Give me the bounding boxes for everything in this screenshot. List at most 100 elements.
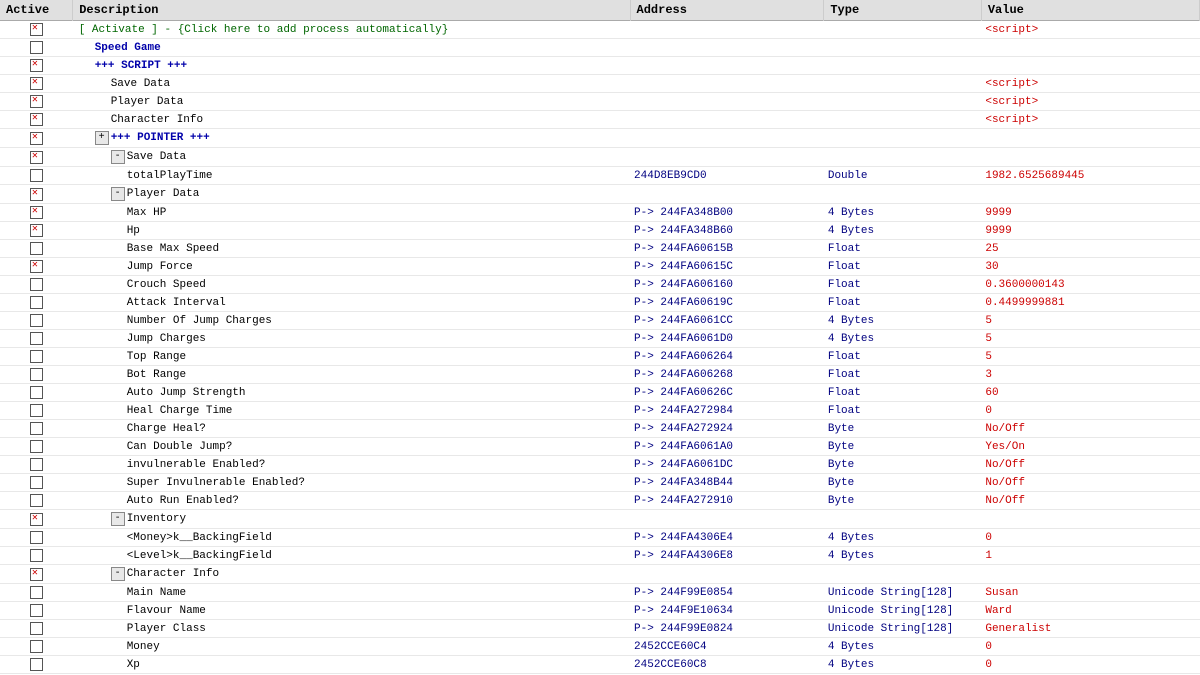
checkbox[interactable] xyxy=(30,41,43,54)
table-row[interactable]: Crouch SpeedP-> 244FA606160Float0.360000… xyxy=(0,276,1200,294)
value-cell[interactable]: <script> xyxy=(981,93,1199,111)
table-row[interactable]: -Character Info xyxy=(0,565,1200,584)
checkbox[interactable] xyxy=(30,386,43,399)
value-cell[interactable]: 0 xyxy=(981,402,1199,420)
checkbox[interactable] xyxy=(30,113,43,126)
table-row[interactable]: [ Activate ] - {Click here to add proces… xyxy=(0,21,1200,39)
value-cell[interactable]: 5 xyxy=(981,312,1199,330)
checkbox[interactable] xyxy=(30,224,43,237)
value-cell[interactable]: 9999 xyxy=(981,204,1199,222)
value-cell[interactable]: <script> xyxy=(981,21,1199,39)
value-cell[interactable]: 1982.6525689445 xyxy=(981,167,1199,185)
table-row[interactable]: Can Double Jump?P-> 244FA6061A0ByteYes/O… xyxy=(0,438,1200,456)
checkbox[interactable] xyxy=(30,314,43,327)
value-cell[interactable]: 0 xyxy=(981,656,1199,674)
checkbox[interactable] xyxy=(30,513,43,526)
table-row[interactable]: Speed Game xyxy=(0,39,1200,57)
checkbox[interactable] xyxy=(30,658,43,671)
table-row[interactable]: Flavour NameP-> 244F9E10634Unicode Strin… xyxy=(0,602,1200,620)
table-row[interactable]: HpP-> 244FA348B604 Bytes9999 xyxy=(0,222,1200,240)
value-cell[interactable]: Generalist xyxy=(981,620,1199,638)
value-cell[interactable]: 60 xyxy=(981,384,1199,402)
value-cell[interactable]: No/Off xyxy=(981,474,1199,492)
table-row[interactable]: Character Info<script> xyxy=(0,111,1200,129)
value-cell[interactable]: 0.3600000143 xyxy=(981,276,1199,294)
checkbox[interactable] xyxy=(30,531,43,544)
table-row[interactable]: -Player Data xyxy=(0,185,1200,204)
table-row[interactable]: <Money>k__BackingFieldP-> 244FA4306E44 B… xyxy=(0,529,1200,547)
table-row[interactable]: ++++ POINTER +++ xyxy=(0,129,1200,148)
table-row[interactable]: Top RangeP-> 244FA606264Float5 xyxy=(0,348,1200,366)
table-row[interactable]: Auto Jump StrengthP-> 244FA60626CFloat60 xyxy=(0,384,1200,402)
checkbox[interactable] xyxy=(30,23,43,36)
value-cell[interactable]: 0 xyxy=(981,638,1199,656)
checkbox[interactable] xyxy=(30,404,43,417)
checkbox[interactable] xyxy=(30,440,43,453)
value-cell[interactable]: 0 xyxy=(981,529,1199,547)
table-row[interactable]: Charge Heal?P-> 244FA272924ByteNo/Off xyxy=(0,420,1200,438)
main-table-container[interactable]: Active Description Address Type Value [ … xyxy=(0,0,1200,675)
table-row[interactable]: Xp2452CCE60C84 Bytes0 xyxy=(0,656,1200,674)
checkbox[interactable] xyxy=(30,206,43,219)
value-cell[interactable]: <script> xyxy=(981,111,1199,129)
table-row[interactable]: -Save Data xyxy=(0,148,1200,167)
checkbox[interactable] xyxy=(30,278,43,291)
checkbox[interactable] xyxy=(30,95,43,108)
value-cell[interactable] xyxy=(981,39,1199,57)
checkbox[interactable] xyxy=(30,476,43,489)
table-row[interactable]: Base Max SpeedP-> 244FA60615BFloat25 xyxy=(0,240,1200,258)
value-cell[interactable]: No/Off xyxy=(981,456,1199,474)
checkbox[interactable] xyxy=(30,77,43,90)
table-row[interactable]: invulnerable Enabled?P-> 244FA6061DCByte… xyxy=(0,456,1200,474)
table-row[interactable]: totalPlayTime244D8EB9CD0Double1982.65256… xyxy=(0,167,1200,185)
value-cell[interactable]: 5 xyxy=(981,330,1199,348)
checkbox[interactable] xyxy=(30,586,43,599)
value-cell[interactable]: 9999 xyxy=(981,222,1199,240)
checkbox[interactable] xyxy=(30,622,43,635)
table-row[interactable]: Main NameP-> 244F99E0854Unicode String[1… xyxy=(0,584,1200,602)
checkbox[interactable] xyxy=(30,458,43,471)
checkbox[interactable] xyxy=(30,604,43,617)
value-cell[interactable]: 30 xyxy=(981,258,1199,276)
checkbox[interactable] xyxy=(30,368,43,381)
table-row[interactable]: Save Data<script> xyxy=(0,75,1200,93)
checkbox[interactable] xyxy=(30,422,43,435)
checkbox[interactable] xyxy=(30,332,43,345)
value-cell[interactable]: <script> xyxy=(981,75,1199,93)
checkbox[interactable] xyxy=(30,640,43,653)
checkbox[interactable] xyxy=(30,169,43,182)
checkbox[interactable] xyxy=(30,242,43,255)
value-cell[interactable]: Susan xyxy=(981,584,1199,602)
checkbox[interactable] xyxy=(30,188,43,201)
expander-button[interactable]: - xyxy=(111,187,125,201)
value-cell[interactable]: 1 xyxy=(981,547,1199,565)
table-row[interactable]: Player ClassP-> 244F99E0824Unicode Strin… xyxy=(0,620,1200,638)
checkbox[interactable] xyxy=(30,296,43,309)
checkbox[interactable] xyxy=(30,494,43,507)
table-row[interactable]: Player Data<script> xyxy=(0,93,1200,111)
value-cell[interactable] xyxy=(981,148,1199,167)
table-row[interactable]: Jump ForceP-> 244FA60615CFloat30 xyxy=(0,258,1200,276)
table-row[interactable]: Attack IntervalP-> 244FA60619CFloat0.449… xyxy=(0,294,1200,312)
table-row[interactable]: +++ SCRIPT +++ xyxy=(0,57,1200,75)
value-cell[interactable] xyxy=(981,57,1199,75)
table-row[interactable]: Max HPP-> 244FA348B004 Bytes9999 xyxy=(0,204,1200,222)
checkbox[interactable] xyxy=(30,549,43,562)
value-cell[interactable] xyxy=(981,510,1199,529)
value-cell[interactable]: 0.4499999881 xyxy=(981,294,1199,312)
expander-button[interactable]: - xyxy=(111,567,125,581)
value-cell[interactable] xyxy=(981,565,1199,584)
table-row[interactable]: Super Invulnerable Enabled?P-> 244FA348B… xyxy=(0,474,1200,492)
expander-button[interactable]: + xyxy=(95,131,109,145)
value-cell[interactable]: Yes/On xyxy=(981,438,1199,456)
table-row[interactable]: Number Of Jump ChargesP-> 244FA6061CC4 B… xyxy=(0,312,1200,330)
value-cell[interactable]: Ward xyxy=(981,602,1199,620)
expander-button[interactable]: - xyxy=(111,150,125,164)
value-cell[interactable]: 3 xyxy=(981,366,1199,384)
table-row[interactable]: Jump ChargesP-> 244FA6061D04 Bytes5 xyxy=(0,330,1200,348)
value-cell[interactable]: 25 xyxy=(981,240,1199,258)
value-cell[interactable]: 5 xyxy=(981,348,1199,366)
checkbox[interactable] xyxy=(30,260,43,273)
table-row[interactable]: Auto Run Enabled?P-> 244FA272910ByteNo/O… xyxy=(0,492,1200,510)
value-cell[interactable]: No/Off xyxy=(981,492,1199,510)
